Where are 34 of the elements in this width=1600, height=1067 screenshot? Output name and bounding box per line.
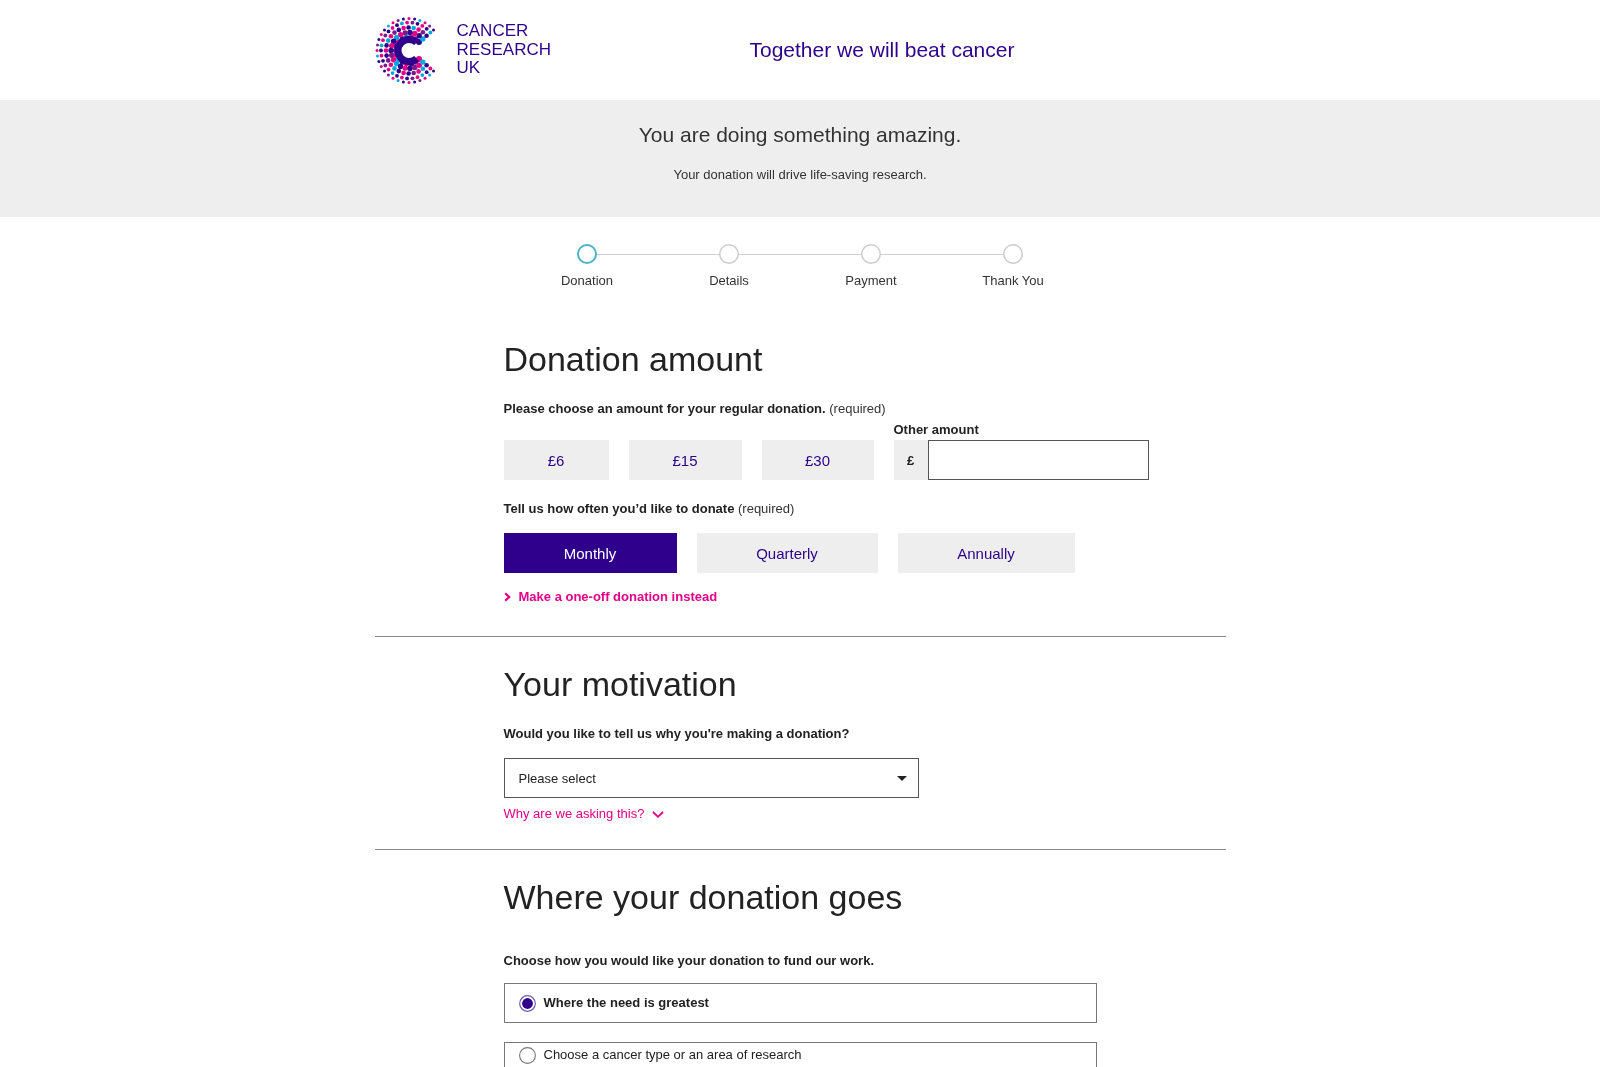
one-off-donation-link[interactable]: Make a one-off donation instead xyxy=(503,589,718,605)
chevron-right-icon xyxy=(503,592,511,602)
section-heading: Donation amount xyxy=(503,339,763,379)
why-asking-link[interactable]: Why are we asking this? xyxy=(503,806,665,822)
amount-button[interactable]: £30 xyxy=(761,440,874,480)
frequency-button[interactable]: Monthly xyxy=(503,533,677,573)
amount-prompt: Please choose an amount for your regular donation. (required) xyxy=(503,401,886,417)
banner-subtitle: Your donation will drive life-saving research. xyxy=(673,167,927,183)
motivation-question: Would you like to tell us why you're making a donation? xyxy=(503,726,850,742)
caret-down-icon xyxy=(896,775,907,781)
banner-heading: You are doing something amazing. xyxy=(638,122,962,148)
tagline: Together we will beat cancer xyxy=(749,38,1015,62)
radio-option[interactable]: Choose a cancer type or an area of research xyxy=(503,1042,1097,1067)
radio-option[interactable]: Where the need is greatest xyxy=(503,983,1097,1023)
logo-wordmark: CANCER RESEARCH UK xyxy=(456,22,551,78)
radio-button-icon[interactable] xyxy=(518,994,536,1012)
chevron-down-icon xyxy=(652,810,665,818)
step-label: Payment xyxy=(845,273,897,289)
step-label: Thank You xyxy=(982,273,1044,289)
frequency-button[interactable]: Annually xyxy=(897,533,1075,573)
frequency-button[interactable]: Quarterly xyxy=(696,533,878,573)
amount-button[interactable]: £15 xyxy=(628,440,742,480)
step-label: Details xyxy=(709,273,749,289)
frequency-prompt: Tell us how often you’d like to donate (required) xyxy=(503,501,795,517)
other-amount-input[interactable] xyxy=(927,440,1149,480)
currency-prefix: £ xyxy=(893,440,928,480)
section-heading: Your motivation xyxy=(503,664,737,704)
radio-button-icon[interactable] xyxy=(518,1047,536,1064)
other-amount-label: Other amount xyxy=(893,422,979,438)
motivation-select[interactable]: Please select xyxy=(503,758,919,798)
destination-prompt: Choose how you would like your donation to fund our work. xyxy=(503,953,874,969)
section-heading: Where your donation goes xyxy=(503,877,903,917)
amount-button[interactable]: £6 xyxy=(503,440,609,480)
step-label: Donation xyxy=(560,273,613,289)
